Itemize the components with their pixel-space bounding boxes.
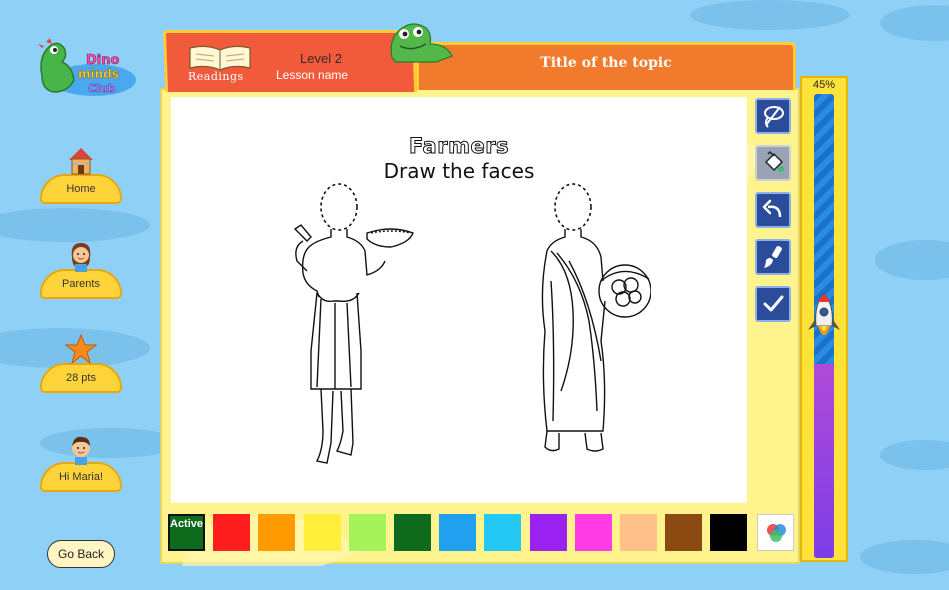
sidebar-item-label: 28 pts — [40, 363, 122, 393]
color-swatch[interactable] — [710, 514, 748, 551]
background-cloud — [860, 540, 949, 574]
color-swatch[interactable] — [439, 514, 477, 551]
background-cloud — [690, 0, 850, 30]
color-swatch[interactable] — [529, 514, 567, 551]
color-swatch[interactable] — [620, 514, 657, 551]
sidebar-item-label: Parents — [40, 269, 122, 299]
farmer-man-outline[interactable] — [281, 181, 421, 471]
color-swatch[interactable] — [574, 514, 612, 551]
check-icon — [763, 295, 784, 312]
rocket-icon — [808, 293, 840, 335]
color-swatch[interactable] — [665, 514, 703, 551]
canvas-title: Farmers — [408, 134, 510, 158]
color-swatch[interactable] — [394, 514, 431, 551]
background-cloud — [880, 5, 949, 41]
logo-text-minds: minds — [78, 67, 119, 81]
undo-button[interactable] — [755, 192, 791, 228]
dino-mascot-icon — [390, 23, 453, 63]
star-icon — [64, 333, 98, 365]
sidebar-item-label: Home — [40, 174, 122, 204]
lasso-tool-button[interactable] — [755, 98, 791, 134]
child-avatar-icon — [72, 436, 90, 465]
background-cloud — [0, 208, 150, 242]
logo-text-dino: Dino — [86, 53, 120, 68]
background-cloud — [880, 440, 949, 470]
color-mixer-icon — [766, 523, 786, 542]
farmer-woman-outline[interactable] — [511, 181, 651, 471]
background-cloud — [875, 240, 949, 280]
parent-avatar-icon — [71, 243, 91, 272]
color-swatch[interactable] — [258, 514, 296, 551]
sidebar-item-profile[interactable]: Hi Maria! — [40, 432, 122, 492]
progress-percent-label: 45% — [812, 79, 836, 91]
active-color-swatch[interactable]: Active — [168, 514, 205, 551]
brush-icon — [764, 246, 782, 268]
house-icon — [69, 148, 93, 175]
readings-label: Readings — [188, 70, 244, 83]
active-label: Active — [170, 518, 204, 530]
color-swatch[interactable] — [303, 514, 341, 551]
drawing-canvas[interactable]: Farmers Draw the faces — [171, 97, 747, 503]
brush-tool-button[interactable] — [755, 239, 791, 275]
topic-title: Title of the topic — [540, 55, 672, 71]
lesson-name-label: Lesson name — [276, 68, 349, 82]
paint-bucket-tool-button[interactable] — [755, 145, 791, 181]
level-label: Level 2 — [300, 51, 342, 66]
canvas-subtitle: Draw the faces — [383, 159, 535, 183]
paint-bucket-icon — [764, 150, 784, 172]
sidebar-item-points[interactable]: 28 pts — [40, 333, 122, 393]
color-swatch[interactable] — [213, 514, 251, 551]
go-back-button[interactable]: Go Back — [47, 540, 115, 568]
open-book-icon — [189, 45, 251, 71]
check-button[interactable] — [755, 286, 791, 322]
lasso-icon — [764, 106, 784, 128]
color-swatch[interactable] — [348, 514, 386, 551]
sidebar-item-label: Hi Maria! — [40, 462, 122, 492]
color-mixer-button[interactable] — [757, 514, 794, 551]
dino-minds-club-logo[interactable]: Dino minds Club — [28, 36, 140, 102]
progress-fill — [814, 364, 834, 558]
sidebar-item-parents[interactable]: Parents — [40, 239, 122, 299]
undo-icon — [762, 199, 782, 218]
sidebar-item-home[interactable]: Home — [40, 144, 122, 204]
color-swatch[interactable] — [484, 514, 522, 551]
logo-text-club: Club — [88, 82, 116, 95]
